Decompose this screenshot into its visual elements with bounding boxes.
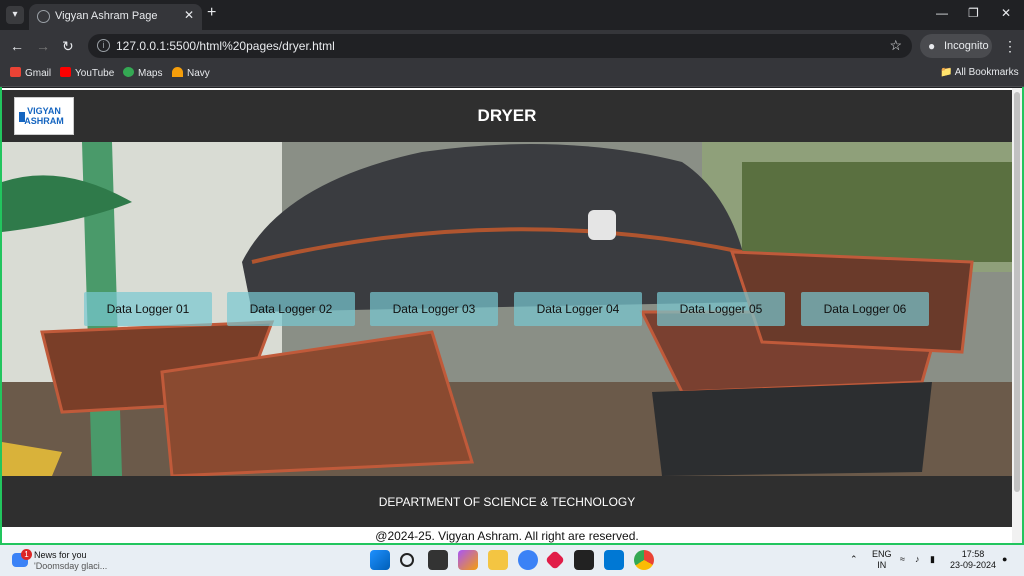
clock-time: 17:58 (961, 549, 985, 559)
youtube-icon (60, 67, 71, 77)
help-icon[interactable] (518, 550, 538, 570)
incognito-label: Incognito (944, 40, 989, 52)
site-info-icon[interactable]: i (97, 39, 110, 52)
search-icon[interactable] (400, 553, 414, 567)
close-tab-icon[interactable]: ✕ (184, 8, 194, 22)
close-window-icon[interactable]: ✕ (1001, 6, 1011, 20)
globe-icon (37, 10, 50, 23)
minimize-icon[interactable]: — (936, 6, 948, 20)
tab-title: Vigyan Ashram Page (55, 10, 158, 22)
incognito-icon: ● (928, 39, 936, 53)
data-logger-04-button[interactable]: Data Logger 04 (514, 292, 642, 326)
menu-kebab-icon[interactable]: ⋮ (1003, 38, 1017, 55)
data-logger-01-button[interactable]: Data Logger 01 (84, 292, 212, 326)
bookmark-gmail[interactable]: Gmail (10, 67, 51, 79)
back-icon[interactable]: ← (10, 38, 24, 54)
news-title: News for you (34, 550, 87, 560)
clock-date: 23-09-2024 (950, 560, 997, 570)
wifi-icon[interactable]: ≈ (900, 554, 905, 564)
browser-toolbar: ← → ↻ i 127.0.0.1:5500/html%20pages/drye… (0, 30, 1024, 62)
file-explorer-icon[interactable] (488, 550, 508, 570)
task-view-icon[interactable] (428, 550, 448, 570)
tray-chevron-icon[interactable]: ⌃ (850, 554, 858, 565)
bookmarks-bar: Gmail YouTube Maps Navy 📁 All Bookmarks (0, 62, 1024, 87)
bookmark-star-icon[interactable]: ☆ (889, 37, 902, 54)
page-viewport: VIGYAN ASHRAM DRYER Data Logger 01 Data … (2, 88, 1022, 543)
news-subtitle: 'Doomsday glaci... (34, 561, 108, 571)
clock[interactable]: 17:58 23-09-2024 (950, 549, 996, 571)
restore-icon[interactable]: ❐ (968, 6, 979, 20)
address-bar[interactable]: i 127.0.0.1:5500/html%20pages/dryer.html… (88, 34, 912, 58)
notification-bell-icon[interactable]: ● (1002, 554, 1007, 564)
incognito-indicator[interactable]: ● Incognito (920, 34, 992, 58)
tab-active[interactable]: Vigyan Ashram Page ✕ (29, 4, 202, 30)
bookmark-navy[interactable]: Navy (172, 67, 210, 79)
tab-strip: ▾ Vigyan Ashram Page ✕ + — ❐ ✕ (0, 0, 1024, 30)
forward-icon[interactable]: → (36, 38, 50, 54)
terminal-icon[interactable] (574, 550, 594, 570)
chrome-icon[interactable] (634, 550, 654, 570)
windows-taskbar: 1 News for you 'Doomsday glaci... ⌃ ENG I… (0, 545, 1024, 576)
bookmark-youtube[interactable]: YouTube (60, 67, 114, 79)
gmail-icon (10, 67, 21, 77)
app-red-icon[interactable] (545, 550, 565, 570)
news-badge: 1 (21, 549, 32, 560)
page-scrollbar[interactable] (1012, 88, 1022, 543)
bookmark-maps[interactable]: Maps (123, 67, 162, 79)
data-logger-05-button[interactable]: Data Logger 05 (657, 292, 785, 326)
all-bookmarks[interactable]: 📁 All Bookmarks (940, 67, 1019, 78)
battery-icon[interactable]: ▮ (930, 554, 935, 565)
footer-copyright: @2024-25. Vigyan Ashram. All right are r… (375, 529, 639, 543)
data-logger-03-button[interactable]: Data Logger 03 (370, 292, 498, 326)
navy-icon (172, 67, 183, 77)
page-title: DRYER (477, 106, 537, 125)
copilot-icon[interactable] (458, 550, 478, 570)
scrollbar-thumb[interactable] (1014, 92, 1020, 492)
vscode-icon[interactable] (604, 550, 624, 570)
volume-icon[interactable]: ♪ (915, 554, 920, 564)
site-header: VIGYAN ASHRAM DRYER (2, 90, 1012, 142)
new-tab-icon[interactable]: + (207, 4, 216, 22)
language-indicator[interactable]: ENG IN (872, 549, 892, 571)
maps-icon (123, 67, 134, 77)
tab-search-icon[interactable]: ▾ (6, 6, 24, 24)
site-footer: DEPARTMENT OF SCIENCE & TECHNOLOGY @2024… (2, 476, 1012, 543)
data-logger-02-button[interactable]: Data Logger 02 (227, 292, 355, 326)
footer-department: DEPARTMENT OF SCIENCE & TECHNOLOGY (378, 495, 636, 509)
start-icon[interactable] (370, 550, 390, 570)
folder-icon: 📁 (940, 67, 953, 78)
url-text[interactable]: 127.0.0.1:5500/html%20pages/dryer.html (116, 39, 335, 53)
data-logger-06-button[interactable]: Data Logger 06 (801, 292, 929, 326)
hero-image: Data Logger 01 Data Logger 02 Data Logge… (2, 142, 1012, 476)
reload-icon[interactable]: ↻ (62, 38, 74, 55)
